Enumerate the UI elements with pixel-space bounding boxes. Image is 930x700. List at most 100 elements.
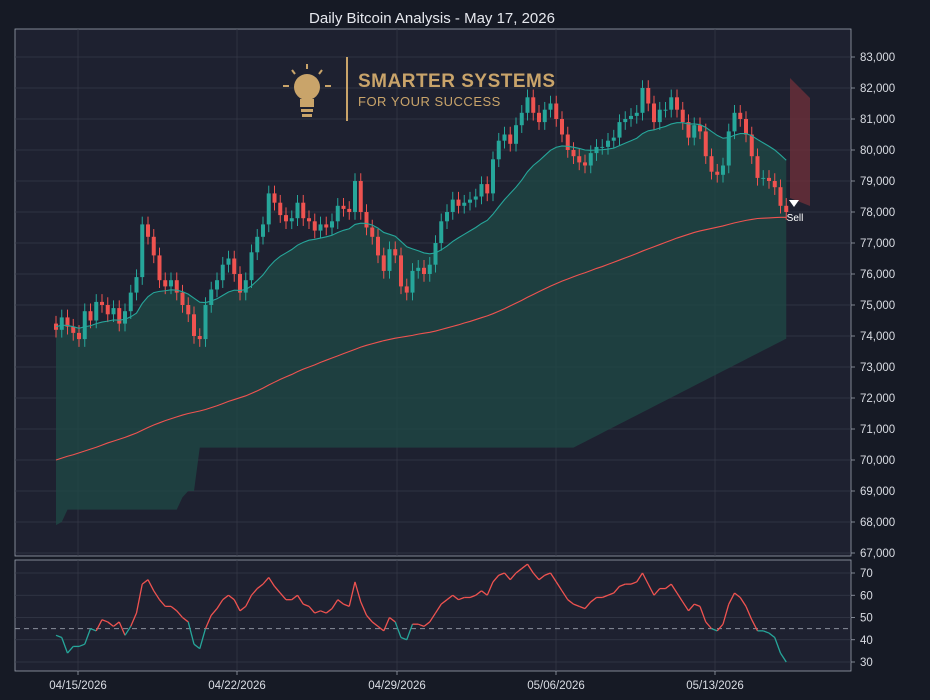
osc-tick-label: 50 [860,613,873,625]
chart-svg: Daily Bitcoin Analysis - May 17, 2026 67… [14,10,895,692]
price-tick-label: 82,000 [860,83,895,95]
candle-body [307,218,311,222]
candle-body [738,112,743,119]
candle-body [301,202,306,219]
candle-body [134,277,139,293]
price-tick-label: 81,000 [860,114,895,126]
candle-body [220,264,225,281]
candle-body [623,119,628,123]
price-tick-label: 70,000 [860,455,895,467]
candle-body [203,305,208,340]
candle-body [330,221,334,228]
candle-body [163,280,168,287]
candle-body [111,308,116,315]
candle-body [479,184,484,197]
candle-body [709,156,714,172]
oscillator-y-axis: 30 40 50 60 70 [851,568,873,669]
price-tick-label: 83,000 [860,52,895,64]
candle-body [772,181,777,188]
candle-body [588,153,593,166]
candle-body [381,255,386,271]
osc-tick-label: 60 [860,590,873,602]
price-tick-label: 72,000 [860,393,895,405]
candle-body [485,184,490,194]
candle-body [376,236,380,256]
candle-body [784,205,789,212]
candle-body [146,224,150,237]
candle-body [468,199,472,203]
price-tick-label: 78,000 [860,207,895,219]
candle-body [358,181,363,212]
candle-body [387,249,392,271]
chart-root: Daily Bitcoin Analysis - May 17, 2026 67… [0,0,930,700]
candle-body [341,205,346,209]
candle-body [439,221,444,243]
candle-body [318,224,323,231]
sell-label: Sell [787,213,804,224]
candle-body [450,199,455,212]
candle-body [427,264,432,274]
candle-body [169,280,173,287]
sell-zone-area [790,78,810,206]
candle-body [617,122,622,138]
candle-body [117,308,122,324]
candle-body [462,202,467,206]
x-tick-label: 04/15/2026 [49,680,107,692]
candle-body [157,255,162,281]
candle-body [393,249,398,256]
candle-body [243,280,248,293]
candle-body [289,218,294,222]
candle-body [703,131,708,157]
candle-body [347,208,352,212]
candle-body [767,177,771,181]
price-tick-label: 68,000 [860,517,895,529]
candle-body [519,112,524,126]
price-tick-label: 77,000 [860,238,895,250]
candle-body [680,109,685,123]
candle-body [77,332,81,340]
candle-body [600,146,605,148]
candle-body [675,97,679,110]
logo-line2: FOR YOUR SUCCESS [358,94,501,109]
price-tick-label: 79,000 [860,176,895,188]
candle-body [255,236,260,253]
candle-body [266,193,271,225]
candle-body [232,258,237,274]
candle-body [186,305,191,315]
candle-body [755,156,760,178]
candle-body [657,109,662,123]
candle-body [491,159,495,194]
candle-body [226,258,231,265]
candle-body [324,224,329,228]
candle-body [646,88,651,104]
candle-body [422,267,426,274]
candle-body [473,196,478,200]
candle-body [140,224,145,278]
sell-zone [790,78,810,206]
price-tick-label: 76,000 [860,269,895,281]
candle-body [209,289,214,305]
candle-body [335,205,340,222]
osc-tick-label: 40 [860,635,873,647]
candle-body [261,224,265,237]
candle-body [295,202,300,219]
candle-body [508,134,513,144]
candle-body [370,227,375,237]
candle-body [531,97,536,113]
candle-body [692,125,697,138]
osc-tick-label: 70 [860,568,873,580]
candle-body [128,292,133,312]
candle-body [698,125,702,132]
x-tick-label: 04/29/2026 [368,680,426,692]
candle-body [502,134,507,141]
candle-body [353,181,357,212]
candle-body [565,134,570,150]
candle-body [496,140,501,160]
x-tick-label: 05/13/2026 [686,680,744,692]
candle-body [82,311,87,340]
price-tick-label: 74,000 [860,331,895,343]
candle-body [456,199,461,206]
price-tick-label: 80,000 [860,145,895,157]
candle-body [525,97,530,113]
osc-tick-label: 30 [860,657,873,669]
